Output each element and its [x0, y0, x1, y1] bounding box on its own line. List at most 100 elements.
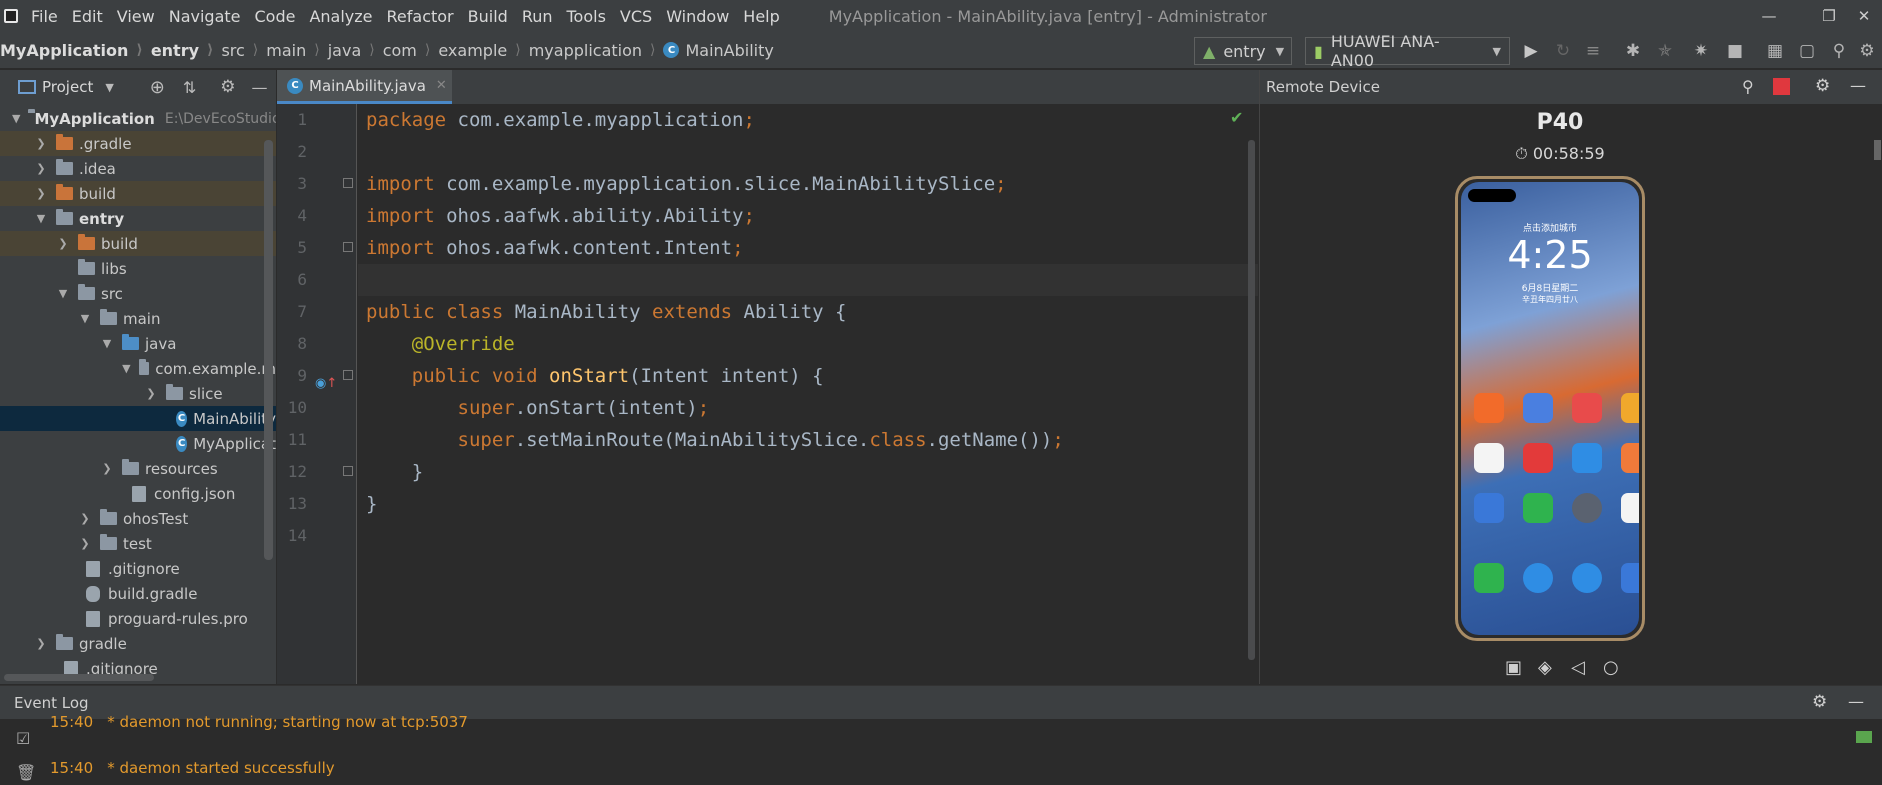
tree-item-libs[interactable]: libs	[0, 256, 276, 281]
tree-item-test[interactable]: ❯ test	[0, 531, 276, 556]
breadcrumb-main[interactable]: main ⟩	[266, 41, 327, 60]
collapse-all-icon[interactable]: ⇅	[183, 78, 196, 97]
tree-item-build-gradle[interactable]: build.gradle	[0, 581, 276, 606]
gear-icon[interactable]: ⚙	[1815, 76, 1830, 96]
menu-tools[interactable]: Tools	[560, 7, 613, 26]
menu-build[interactable]: Build	[461, 7, 515, 26]
attach-debugger-icon[interactable]: ✯	[1652, 38, 1678, 64]
phone-app-icon[interactable]	[1474, 563, 1504, 593]
minimize-icon[interactable]: —	[1746, 0, 1792, 32]
tree-horizontal-scrollbar[interactable]	[4, 674, 154, 681]
tree-item-slice[interactable]: ❯ slice	[0, 381, 276, 406]
app-icon[interactable]	[1474, 393, 1504, 423]
profile-icon[interactable]: ✷	[1688, 38, 1714, 64]
search-icon[interactable]: ⚲	[1826, 38, 1852, 64]
app-icon[interactable]	[1572, 393, 1602, 423]
app-icon[interactable]	[1523, 443, 1553, 473]
tree-item-proguard[interactable]: proguard-rules.pro	[0, 606, 276, 631]
menu-run[interactable]: Run	[515, 7, 560, 26]
tree-scrollbar[interactable]	[264, 140, 273, 560]
tree-item-entry[interactable]: ▼ entry	[0, 206, 276, 231]
breadcrumb-java[interactable]: java ⟩	[328, 41, 383, 60]
pin-icon[interactable]: ⚲	[1742, 77, 1754, 96]
tree-item-myapplication[interactable]: ▼ MyApplication E:\DevEcoStudio	[0, 106, 276, 131]
chevron-down-icon[interactable]: ▼	[105, 81, 113, 94]
trash-icon[interactable]: 🗑	[16, 763, 36, 782]
tree-item-ohostest[interactable]: ❯ ohosTest	[0, 506, 276, 531]
code-editor[interactable]: package com.example.myapplication; impor…	[358, 104, 1258, 684]
menu-help[interactable]: Help	[736, 7, 786, 26]
fold-icon[interactable]	[343, 370, 353, 380]
breadcrumb-mainability[interactable]: C MainAbility	[663, 41, 774, 60]
tree-item-entry-build[interactable]: ❯ build	[0, 231, 276, 256]
hide-panel-icon[interactable]: —	[1850, 76, 1866, 95]
close-window-icon[interactable]: ✕	[1846, 0, 1882, 32]
menu-analyze[interactable]: Analyze	[302, 7, 379, 26]
gear-icon[interactable]: ⚙	[220, 77, 235, 97]
side-scroll-marker[interactable]	[1874, 140, 1881, 160]
app-icon[interactable]	[1621, 493, 1639, 523]
tree-item-myapplication-class[interactable]: C MyApplicat	[0, 431, 276, 456]
menu-code[interactable]: Code	[248, 7, 303, 26]
app-icon[interactable]	[1621, 443, 1639, 473]
app-icon[interactable]	[1572, 443, 1602, 473]
home-icon[interactable]: ○	[1603, 657, 1619, 678]
menu-vcs[interactable]: VCS	[613, 7, 659, 26]
locate-icon[interactable]: ⊕	[150, 77, 165, 98]
fold-icon[interactable]	[343, 242, 353, 252]
menu-navigate[interactable]: Navigate	[162, 7, 248, 26]
app-icon[interactable]	[1523, 393, 1553, 423]
rotate-icon[interactable]: ▣	[1505, 657, 1522, 678]
tree-item-java[interactable]: ▼ java	[0, 331, 276, 356]
tree-item-build[interactable]: ❯ build	[0, 181, 276, 206]
tree-item-main[interactable]: ▼ main	[0, 306, 276, 331]
tree-item-entry-gitignore[interactable]: .gitignore	[0, 556, 276, 581]
project-view-label[interactable]: Project	[42, 78, 93, 96]
tree-item-mainability[interactable]: C MainAbility	[0, 406, 276, 431]
breadcrumb-myapplication[interactable]: myapplication ⟩	[529, 41, 664, 60]
tree-item-package[interactable]: ▼ com.example.m	[0, 356, 276, 381]
breadcrumb-src[interactable]: src ⟩	[221, 41, 266, 60]
menu-view[interactable]: View	[110, 7, 162, 26]
debug-icon[interactable]: ✱	[1620, 38, 1646, 64]
sdk-manager-icon[interactable]: ▢	[1794, 38, 1820, 64]
tab-mainability-java[interactable]: C MainAbility.java ✕	[277, 70, 452, 104]
project-structure-icon[interactable]: ▦	[1762, 38, 1788, 64]
rerun-icon[interactable]: ↻	[1550, 38, 1576, 64]
rotate-screen-icon[interactable]: ◈	[1538, 657, 1552, 678]
tree-item-config-json[interactable]: config.json	[0, 481, 276, 506]
tree-item-gradle[interactable]: ❯ gradle	[0, 631, 276, 656]
close-tab-icon[interactable]: ✕	[436, 78, 447, 93]
gear-icon[interactable]: ⚙	[1812, 692, 1827, 712]
tree-item-src[interactable]: ▼ src	[0, 281, 276, 306]
fold-icon[interactable]	[343, 466, 353, 476]
tree-item-gradle-cache[interactable]: ❯ .gradle	[0, 131, 276, 156]
run-icon[interactable]: ▶	[1518, 38, 1544, 64]
tree-item-idea[interactable]: ❯ .idea	[0, 156, 276, 181]
hide-panel-icon[interactable]: —	[1848, 692, 1864, 711]
hide-panel-icon[interactable]: —	[252, 78, 268, 97]
menu-window[interactable]: Window	[659, 7, 736, 26]
app-icon[interactable]	[1474, 493, 1504, 523]
build-list-icon[interactable]: ≡	[1580, 38, 1606, 64]
breadcrumb-entry[interactable]: entry ⟩	[151, 41, 222, 60]
stop-icon[interactable]: ■	[1722, 38, 1748, 64]
back-icon[interactable]: ◁	[1571, 657, 1585, 678]
messages-app-icon[interactable]	[1523, 563, 1553, 593]
mark-read-icon[interactable]: ☑	[16, 729, 30, 748]
menu-edit[interactable]: Edit	[65, 7, 110, 26]
stop-device-icon[interactable]	[1773, 78, 1790, 95]
settings-icon[interactable]: ⚙	[1854, 38, 1880, 64]
device-selector[interactable]: ▮ HUAWEI ANA-AN00 ▼	[1305, 32, 1510, 70]
fold-icon[interactable]	[343, 178, 353, 188]
browser-app-icon[interactable]	[1572, 563, 1602, 593]
camera-app-icon[interactable]	[1621, 563, 1639, 593]
phone-frame[interactable]: 点击添加城市 4:25 6月8日星期二 辛丑年四月廿八	[1455, 176, 1645, 641]
breadcrumb-project[interactable]: MyApplication ⟩	[0, 41, 151, 60]
tree-item-resources[interactable]: ❯ resources	[0, 456, 276, 481]
override-marker-icon[interactable]: ◉↑	[315, 376, 337, 391]
menu-refactor[interactable]: Refactor	[380, 7, 461, 26]
app-icon[interactable]	[1621, 393, 1639, 423]
breadcrumb-com[interactable]: com ⟩	[383, 41, 439, 60]
breadcrumb-example[interactable]: example ⟩	[438, 41, 528, 60]
